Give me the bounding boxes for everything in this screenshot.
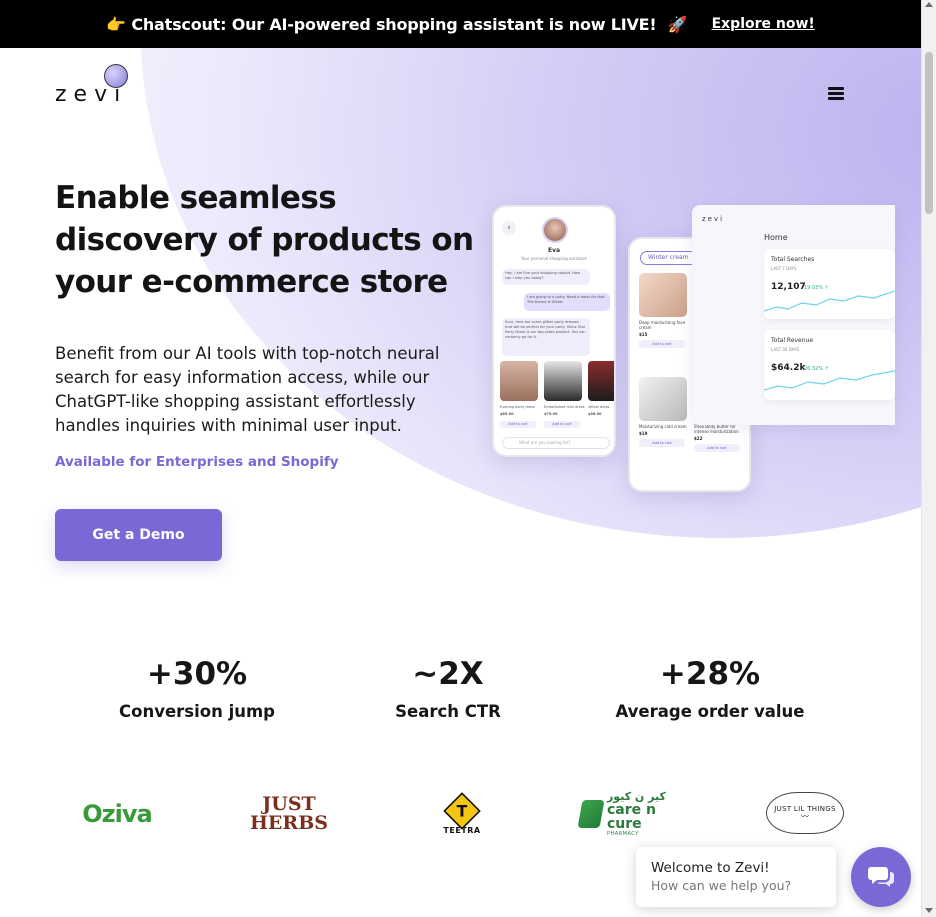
- explore-now-link[interactable]: Explore now!: [712, 16, 815, 32]
- metric-period: LAST 7 DAYS: [771, 266, 797, 271]
- product-price: $22: [694, 436, 703, 441]
- chat-welcome-subtitle: How can we help you?: [651, 878, 792, 893]
- product-card: Deep moisturizing face cream $15 Add to …: [639, 273, 689, 348]
- add-to-cart-button: Add to cart: [639, 439, 685, 447]
- assistant-name: Eva: [547, 247, 561, 254]
- chat-launcher-button[interactable]: [851, 847, 911, 907]
- stat-value: ~2X: [412, 656, 484, 692]
- scrollbar-thumb[interactable]: [925, 52, 933, 214]
- dashboard-logo: zevi: [702, 215, 725, 223]
- chat-message: I am going to a party. Need a dress for …: [524, 293, 610, 311]
- carencure-logo: كير ن كيور care n cure PHARMACY: [577, 790, 688, 838]
- chat-input: What are you looking for?: [502, 437, 610, 449]
- stat-search-ctr: ~2X Search CTR: [348, 654, 548, 721]
- product-price: $36.00: [588, 412, 602, 416]
- rocket-icon: 🚀: [667, 14, 688, 34]
- product-image: [639, 273, 687, 317]
- product-caption: Embellished mini dress: [544, 405, 585, 409]
- assistant-avatar: [542, 217, 568, 243]
- chat-message: Hey, I am Eva your shopping copilot. How…: [502, 269, 590, 285]
- product-price: $79.99: [544, 412, 558, 416]
- pointing-hand-icon: 👉: [106, 14, 126, 34]
- stat-label: Search CTR: [395, 702, 501, 721]
- teetra-logo: T TEETRA: [440, 790, 484, 838]
- page-scrollbar[interactable]: [921, 0, 936, 917]
- stat-value: +28%: [659, 656, 761, 692]
- carencure-wordmark: care n cure: [606, 802, 656, 832]
- announcement-text: 👉 Chatscout: Our AI-powered shopping ass…: [106, 14, 688, 34]
- product-image: [544, 361, 582, 401]
- availability-note: Available for Enterprises and Shopify: [55, 454, 339, 470]
- product-image: [639, 377, 687, 421]
- metric-period: LAST 30 DAYS: [771, 347, 800, 352]
- product-caption: Moisturizing cold cream: [639, 424, 687, 429]
- product-carousel: Evening party dress Embellished mini dre…: [500, 361, 614, 431]
- metric-card: Total Searches LAST 7 DAYS 12,107 19.03%…: [764, 249, 895, 319]
- sparkline-chart: [764, 370, 895, 391]
- product-caption: Velvet dress: [588, 405, 610, 409]
- justherbs-logo: JUST HERBS: [246, 790, 332, 838]
- sparkline-chart: [764, 290, 895, 312]
- teetra-shield-icon: T: [443, 791, 481, 830]
- product-price: $15: [639, 332, 648, 337]
- justherbs-line2: HERBS: [249, 812, 328, 834]
- add-to-cart-button: Add to cart: [639, 340, 685, 348]
- chat-bubbles-icon: [868, 867, 894, 887]
- dashboard-page-title: Home: [764, 233, 788, 242]
- hamburger-menu-icon[interactable]: [828, 87, 844, 101]
- product-card: Moisturizing cold cream $19 Add to cart: [639, 377, 689, 447]
- back-arrow-icon: ‹: [502, 221, 516, 235]
- chat-welcome-popup[interactable]: Welcome to Zevi! How can we help you?: [636, 847, 836, 907]
- scroll-down-arrow-icon[interactable]: [925, 908, 933, 913]
- stat-order-value: +28% Average order value: [600, 654, 820, 721]
- oziva-logo: Oziva: [78, 790, 156, 838]
- hero-title: Enable seamless discovery of products on…: [55, 180, 474, 300]
- product-image: [500, 361, 538, 401]
- zevi-logo[interactable]: zevi: [55, 64, 135, 107]
- product-caption: Shea Body butter for intense moisturizat…: [694, 424, 739, 434]
- scroll-up-arrow-icon[interactable]: [925, 2, 933, 7]
- leaf-icon: [577, 800, 605, 828]
- announcement-message: Chatscout: Our AI-powered shopping assis…: [131, 14, 657, 34]
- hero-description: Benefit from our AI tools with top-notch…: [55, 344, 440, 435]
- add-to-cart-button: Add to cart: [694, 444, 740, 452]
- metric-title: Total Searches: [771, 256, 815, 263]
- logo-orb-icon: [104, 64, 128, 88]
- add-to-cart-button: Add to cart: [500, 421, 536, 428]
- announcement-bar: 👉 Chatscout: Our AI-powered shopping ass…: [0, 0, 921, 48]
- justlilthings-logo: JUST LIL THINGS 〰: [766, 792, 844, 834]
- stat-label: Conversion jump: [119, 702, 275, 721]
- wave-icon: 〰: [801, 812, 809, 821]
- chat-assistant-mockup: ‹ Eva Your personal shopping assistant H…: [492, 205, 616, 457]
- product-image: [588, 361, 614, 401]
- metric-title: Total Revenue: [771, 337, 814, 344]
- product-caption: Deep moisturizing face cream: [639, 320, 686, 330]
- metric-card: Total Revenue LAST 30 DAYS $64.2k 26.32%…: [764, 330, 895, 400]
- stat-label: Average order value: [615, 702, 805, 721]
- add-to-cart-button: Add to cart: [544, 421, 580, 428]
- chat-welcome-title: Welcome to Zevi!: [651, 860, 770, 876]
- analytics-dashboard-mockup: zevi Home Total Searches LAST 7 DAYS 12,…: [692, 205, 895, 425]
- carencure-subtitle: PHARMACY: [606, 831, 639, 837]
- assistant-subtitle: Your personal shopping assistant: [521, 256, 587, 261]
- chat-message: Sure, here are some glitter party dresse…: [502, 318, 590, 356]
- stat-conversion: +30% Conversion jump: [97, 654, 297, 721]
- product-price: $19: [639, 431, 648, 436]
- oziva-wordmark: Oziva: [82, 800, 152, 828]
- get-demo-button[interactable]: Get a Demo: [55, 509, 222, 561]
- stat-value: +30%: [146, 656, 248, 692]
- product-caption: Evening party dress: [500, 405, 535, 409]
- product-price: $65.00: [500, 412, 514, 416]
